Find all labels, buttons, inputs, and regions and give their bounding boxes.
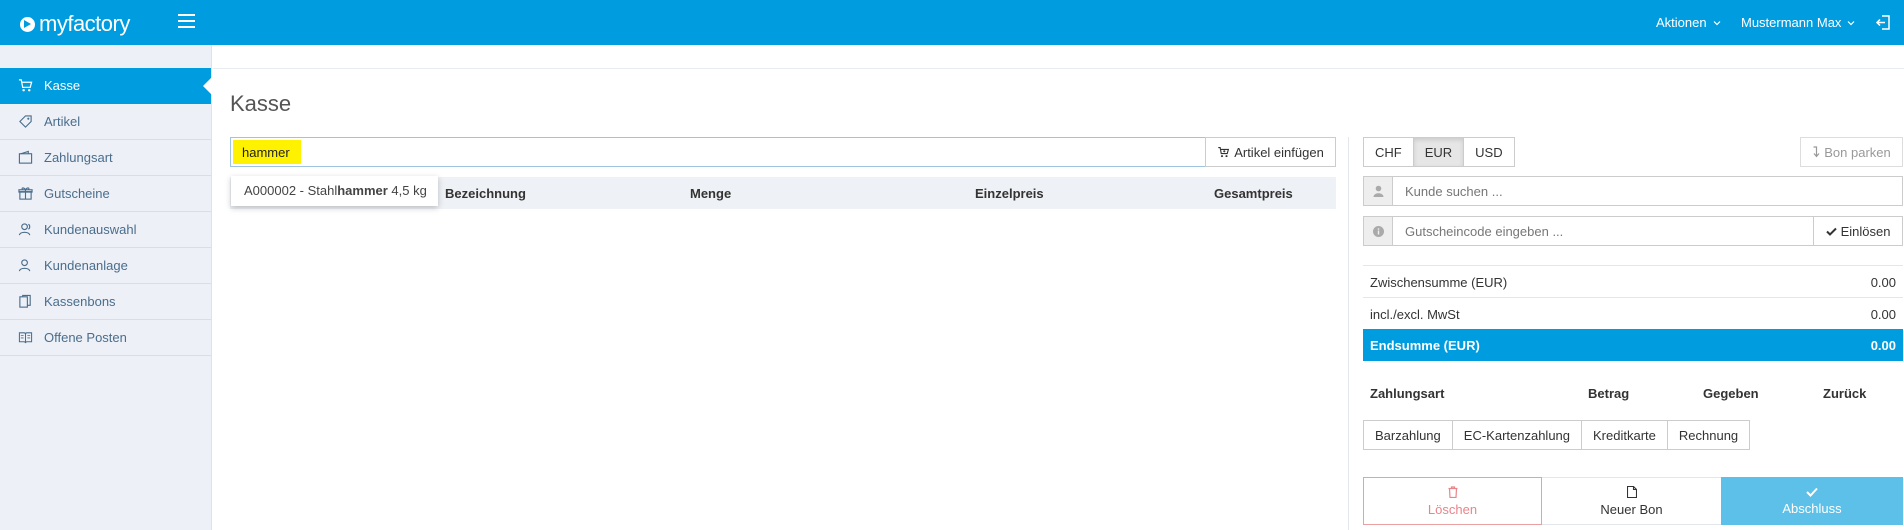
- delete-button[interactable]: Löschen: [1363, 477, 1542, 525]
- gift-icon: [18, 187, 33, 200]
- voucher-code-input[interactable]: [1392, 216, 1814, 246]
- payment-header-gegeben: Gegeben: [1703, 386, 1759, 401]
- total-label: Endsumme (EUR): [1370, 338, 1480, 353]
- column-header-gesamtpreis[interactable]: Gesamtpreis: [1214, 186, 1293, 201]
- cart-plus-icon: [1218, 146, 1230, 158]
- check-icon: [1806, 487, 1818, 497]
- currency-selector: CHF EUR USD: [1363, 137, 1515, 167]
- actions-menu-label: Aktionen: [1656, 15, 1707, 30]
- user-name: Mustermann Max: [1741, 15, 1842, 30]
- finish-label: Abschluss: [1782, 500, 1842, 516]
- new-receipt-label: Neuer Bon: [1600, 501, 1663, 517]
- redeem-voucher-button[interactable]: Einlösen: [1813, 216, 1903, 246]
- sidebar-item-artikel[interactable]: Artikel: [0, 104, 211, 140]
- tag-icon: [19, 115, 32, 128]
- sidebar-item-label: Kundenanlage: [44, 258, 128, 273]
- wallet-icon: [18, 150, 33, 164]
- subtotal-row: Zwischensumme (EUR) 0.00: [1363, 265, 1903, 297]
- sidebar-item-zahlungsart[interactable]: Zahlungsart: [0, 140, 211, 176]
- users-icon: [18, 223, 31, 236]
- finish-button[interactable]: Abschluss: [1721, 477, 1903, 525]
- payment-method-selector: Barzahlung EC-Kartenzahlung Kreditkarte …: [1363, 420, 1751, 450]
- payment-header-betrag: Betrag: [1588, 386, 1630, 401]
- sidebar: Kasse Artikel Zahlungsart Gutscheine Kun…: [0, 45, 212, 530]
- hamburger-icon[interactable]: [178, 14, 195, 28]
- suggestion-match: hammer: [337, 183, 388, 198]
- vat-label: incl./excl. MwSt: [1370, 307, 1460, 322]
- new-receipt-button[interactable]: Neuer Bon: [1542, 477, 1721, 525]
- total-value: 0.00: [1870, 338, 1896, 353]
- document-icon: [1626, 485, 1637, 498]
- currency-eur-button[interactable]: EUR: [1412, 137, 1465, 167]
- column-header-bezeichnung[interactable]: Bezeichnung: [445, 186, 526, 201]
- check-icon: [1825, 227, 1837, 236]
- logout-icon[interactable]: [1875, 14, 1892, 31]
- column-header-menge[interactable]: Menge: [690, 186, 731, 201]
- customer-search-input[interactable]: [1392, 176, 1903, 206]
- suggestion-prefix: A000002 - Stahl: [244, 183, 338, 198]
- sidebar-item-gutscheine[interactable]: Gutscheine: [0, 176, 211, 212]
- sidebar-item-label: Artikel: [44, 114, 81, 129]
- vat-value: 0.00: [1870, 307, 1896, 322]
- cart-icon: [18, 79, 33, 92]
- payment-table-header: Zahlungsart Betrag Gegeben Zurück: [1363, 384, 1903, 406]
- insert-article-label: Artikel einfügen: [1234, 144, 1324, 160]
- info-icon: [1363, 216, 1393, 246]
- payment-ec-card-button[interactable]: EC-Kartenzahlung: [1451, 420, 1583, 450]
- user-menu[interactable]: Mustermann Max: [1741, 15, 1855, 30]
- insert-article-button[interactable]: Artikel einfügen: [1205, 137, 1336, 167]
- chevron-down-icon: [1847, 20, 1855, 25]
- park-receipt-button[interactable]: Bon parken: [1800, 137, 1903, 167]
- logo[interactable]: myfactory: [20, 11, 130, 37]
- payment-invoice-button[interactable]: Rechnung: [1666, 420, 1751, 450]
- sidebar-item-label: Zahlungsart: [44, 150, 113, 165]
- payment-credit-card-button[interactable]: Kreditkarte: [1581, 420, 1668, 450]
- redeem-voucher-label: Einlösen: [1840, 223, 1891, 239]
- receipts-icon: [19, 294, 31, 308]
- sidebar-item-offene-posten[interactable]: Offene Posten: [0, 320, 211, 356]
- subtotal-label: Zwischensumme (EUR): [1370, 275, 1508, 290]
- chevron-down-icon: [1713, 20, 1721, 25]
- actions-menu[interactable]: Aktionen: [1656, 15, 1721, 30]
- sidebar-item-label: Kasse: [44, 78, 81, 93]
- search-suggestion-item[interactable]: A000002 - Stahlhammer 4,5 kg: [231, 176, 438, 206]
- payment-header-zahlungsart: Zahlungsart: [1370, 386, 1445, 401]
- panel-divider: [1348, 137, 1349, 530]
- payment-cash-button[interactable]: Barzahlung: [1363, 420, 1453, 450]
- sidebar-item-label: Gutscheine: [44, 186, 110, 201]
- sidebar-item-label: Kassenbons: [44, 294, 116, 309]
- article-search-input[interactable]: [233, 140, 301, 164]
- sidebar-item-label: Offene Posten: [44, 330, 127, 345]
- column-header-einzelpreis[interactable]: Einzelpreis: [975, 186, 1044, 201]
- sidebar-item-kassenbons[interactable]: Kassenbons: [0, 284, 211, 320]
- book-icon: [18, 332, 33, 344]
- delete-label: Löschen: [1427, 501, 1478, 517]
- payment-header-zurueck: Zurück: [1823, 386, 1867, 401]
- logo-text: myfactory: [39, 11, 130, 36]
- sidebar-item-kundenanlage[interactable]: Kundenanlage: [0, 248, 211, 284]
- sidebar-item-kundenauswahl[interactable]: Kundenauswahl: [0, 212, 211, 248]
- user-icon: [1363, 176, 1393, 206]
- play-icon: [20, 16, 35, 32]
- currency-usd-button[interactable]: USD: [1463, 137, 1515, 167]
- page-title: Kasse: [230, 91, 292, 116]
- subtotal-value: 0.00: [1870, 275, 1896, 290]
- article-search-box[interactable]: [230, 137, 1206, 167]
- currency-chf-button[interactable]: CHF: [1363, 137, 1414, 167]
- user-add-icon: [18, 259, 31, 272]
- vat-row: incl./excl. MwSt 0.00: [1363, 297, 1903, 329]
- sidebar-item-label: Kundenauswahl: [44, 222, 137, 237]
- trash-icon: [1448, 485, 1457, 498]
- suggestion-suffix: 4,5 kg: [387, 183, 427, 198]
- arrow-down-icon: [1813, 146, 1820, 158]
- sidebar-item-kasse[interactable]: Kasse: [0, 68, 212, 104]
- total-row: Endsumme (EUR) 0.00: [1363, 329, 1903, 361]
- top-bar: myfactory Aktionen Mustermann Max: [0, 0, 1904, 45]
- park-receipt-label: Bon parken: [1824, 144, 1891, 160]
- header-strip: [213, 45, 1904, 69]
